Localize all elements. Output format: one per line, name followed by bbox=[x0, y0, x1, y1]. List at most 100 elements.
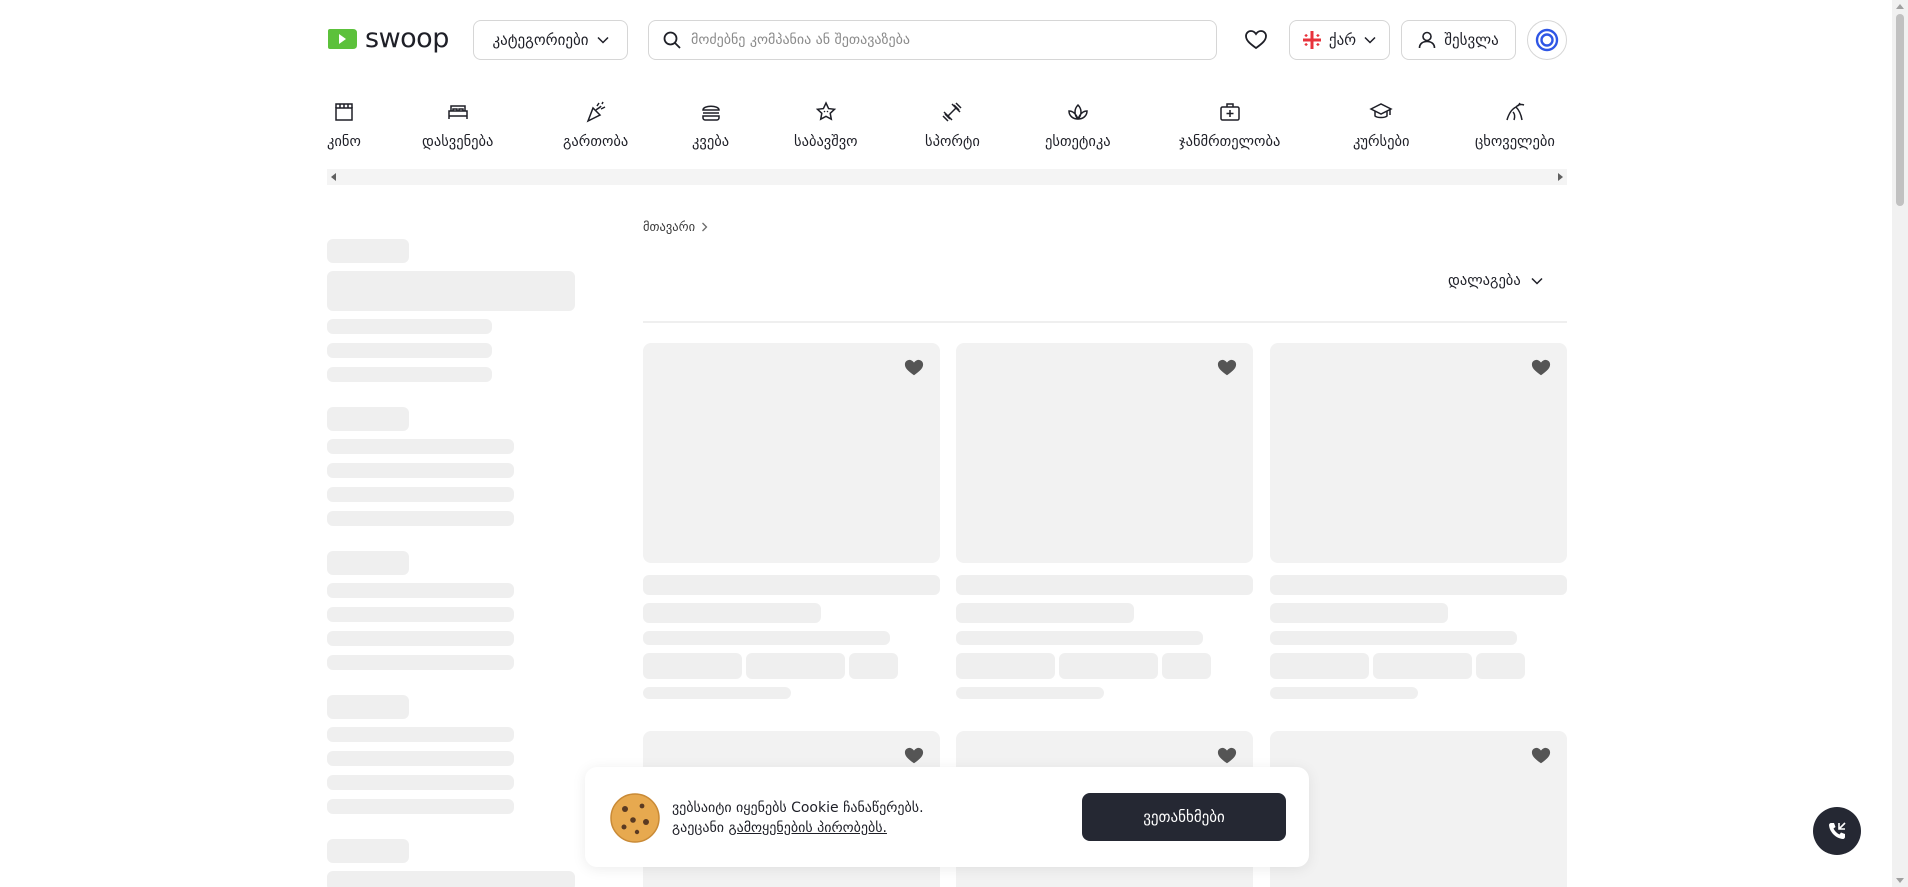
skeleton-block bbox=[327, 727, 514, 742]
search-box[interactable] bbox=[648, 20, 1217, 60]
skeleton-block bbox=[327, 343, 492, 358]
swoop-logo-icon bbox=[328, 28, 357, 49]
skeleton-block bbox=[956, 603, 1134, 623]
chevron-down-icon bbox=[597, 36, 609, 44]
skeleton-block bbox=[327, 271, 575, 311]
pet-icon bbox=[1506, 102, 1525, 121]
category-label: კვება bbox=[692, 134, 730, 150]
skeleton-block bbox=[1270, 653, 1369, 679]
category-item-rest[interactable]: დასვენება bbox=[422, 100, 493, 150]
heart-filled-icon[interactable] bbox=[1531, 746, 1551, 766]
skeleton-block bbox=[327, 871, 575, 887]
heart-filled-icon[interactable] bbox=[1217, 358, 1237, 378]
category-item-food[interactable]: კვება bbox=[692, 100, 729, 150]
category-item-kids[interactable]: საბავშვო bbox=[794, 100, 858, 150]
search-icon bbox=[663, 31, 681, 49]
category-label: ესთეტიკა bbox=[1045, 134, 1111, 150]
cinema-icon bbox=[335, 103, 353, 121]
category-item-entertainment[interactable]: გართობა bbox=[563, 100, 628, 150]
phone-icon bbox=[1829, 822, 1846, 839]
image-skeleton bbox=[956, 343, 1253, 563]
scroll-right-arrow-icon[interactable] bbox=[1558, 173, 1563, 181]
category-label: გართობა bbox=[563, 134, 629, 150]
skeleton-block bbox=[327, 607, 514, 622]
scroll-down-arrow-icon[interactable] bbox=[1896, 878, 1904, 883]
login-button[interactable]: შესვლა bbox=[1401, 20, 1516, 60]
skeleton-block bbox=[643, 575, 940, 595]
favorites-button[interactable] bbox=[1243, 27, 1269, 53]
georgian-flag-icon bbox=[1302, 31, 1321, 49]
breadcrumb-home[interactable]: მთავარი bbox=[643, 219, 695, 234]
cookie-icon bbox=[610, 793, 660, 843]
user-icon bbox=[1418, 31, 1436, 49]
scrollbar-thumb[interactable] bbox=[1896, 14, 1904, 206]
category-item-animals[interactable]: ცხოველები bbox=[1475, 100, 1555, 150]
skeleton-block bbox=[849, 653, 898, 679]
language-button[interactable]: ქარ bbox=[1289, 20, 1390, 60]
category-label: კინო bbox=[327, 134, 361, 150]
skeleton-block bbox=[327, 583, 514, 598]
header: swoop კატეგორიები ქარ შესვ bbox=[327, 20, 1567, 60]
skeleton-block bbox=[643, 603, 821, 623]
dumbbell-icon bbox=[942, 102, 962, 122]
sort-dropdown[interactable]: დალაგება bbox=[1448, 273, 1543, 289]
page-scrollbar[interactable] bbox=[1892, 0, 1908, 887]
image-skeleton bbox=[1270, 731, 1567, 887]
bed-icon bbox=[447, 105, 468, 119]
skeleton-block bbox=[956, 575, 1253, 595]
skeleton-block bbox=[327, 551, 409, 575]
skeleton-block bbox=[1270, 603, 1448, 623]
category-label: დასვენება bbox=[422, 134, 494, 150]
loyalty-button[interactable] bbox=[1527, 20, 1567, 60]
cookie-line-2-prefix: გაეცანი bbox=[672, 820, 729, 836]
burger-icon bbox=[701, 105, 720, 121]
category-label: ჯანმრთელობა bbox=[1179, 134, 1281, 150]
chevron-down-icon bbox=[1531, 277, 1543, 285]
lotus-icon bbox=[1068, 103, 1088, 121]
category-item-cinema[interactable]: კინო bbox=[327, 100, 361, 150]
skeleton-block bbox=[1373, 653, 1472, 679]
heart-filled-icon[interactable] bbox=[904, 746, 924, 766]
call-button[interactable] bbox=[1813, 807, 1861, 855]
search-input[interactable] bbox=[691, 32, 1191, 48]
breadcrumb: მთავარი bbox=[643, 219, 708, 234]
skeleton-block bbox=[1270, 687, 1418, 699]
kids-star-icon bbox=[815, 101, 836, 121]
sort-label: დალაგება bbox=[1448, 273, 1521, 289]
skeleton-block bbox=[327, 487, 514, 502]
skeleton-block bbox=[327, 799, 514, 814]
party-icon bbox=[586, 101, 605, 123]
heart-filled-icon[interactable] bbox=[904, 358, 924, 378]
skeleton-block bbox=[327, 751, 514, 766]
skeleton-block bbox=[327, 319, 492, 334]
skeleton-block bbox=[643, 687, 791, 699]
scroll-left-arrow-icon[interactable] bbox=[331, 173, 336, 181]
categories-button[interactable]: კატეგორიები bbox=[473, 20, 628, 60]
skeleton-block bbox=[327, 439, 514, 454]
category-item-courses[interactable]: კურსები bbox=[1353, 100, 1409, 150]
skeleton-block bbox=[643, 631, 890, 645]
heart-filled-icon[interactable] bbox=[1217, 746, 1237, 766]
category-item-aesthetics[interactable]: ესთეტიკა bbox=[1045, 100, 1111, 150]
target-ring-icon bbox=[1535, 28, 1559, 52]
skeleton-block bbox=[643, 653, 742, 679]
cookie-line-1: ვებსაიტი იყენებს Cookie ჩანაწერებს. bbox=[672, 800, 924, 816]
category-scrollbar[interactable] bbox=[327, 169, 1567, 185]
medkit-icon bbox=[1219, 103, 1240, 121]
scroll-up-arrow-icon[interactable] bbox=[1896, 4, 1904, 9]
graduation-cap-icon bbox=[1369, 103, 1393, 119]
heart-filled-icon[interactable] bbox=[1531, 358, 1551, 378]
divider bbox=[643, 321, 1567, 323]
category-label: საბავშვო bbox=[794, 134, 858, 150]
skeleton-block bbox=[1270, 631, 1517, 645]
category-item-sport[interactable]: სპორტი bbox=[925, 100, 980, 150]
skeleton-block bbox=[327, 463, 514, 478]
agree-button[interactable]: ვეთანხმები bbox=[1082, 793, 1286, 841]
categories-button-label: კატეგორიები bbox=[492, 31, 589, 49]
logo[interactable]: swoop bbox=[327, 25, 449, 52]
skeleton-block bbox=[1270, 575, 1567, 595]
terms-link[interactable]: გამოყენების პირობებს. bbox=[728, 820, 886, 836]
category-item-health[interactable]: ჯანმრთელობა bbox=[1179, 100, 1280, 150]
page: swoop კატეგორიები ქარ შესვ bbox=[0, 0, 1908, 887]
skeleton-block bbox=[1476, 653, 1525, 679]
